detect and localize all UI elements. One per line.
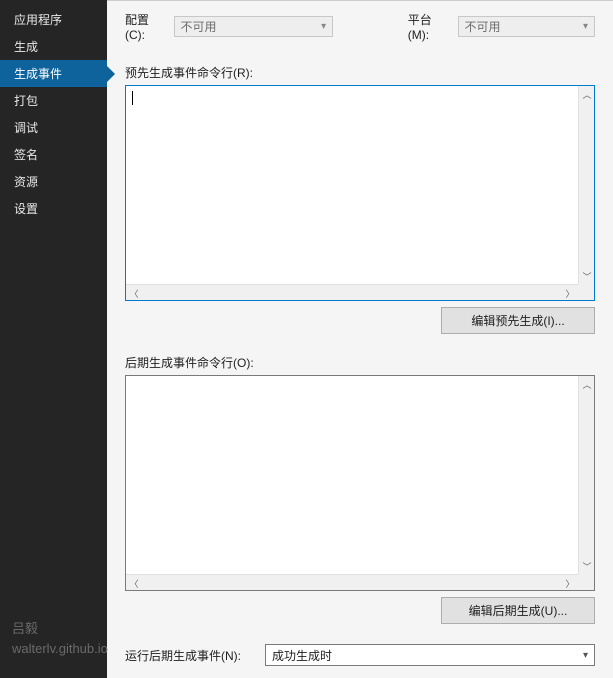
button-label: 编辑预先生成(I)... xyxy=(471,314,564,328)
sidebar-item-package[interactable]: 打包 xyxy=(0,87,107,114)
sidebar-item-label: 生成 xyxy=(14,40,38,54)
scroll-track[interactable] xyxy=(579,392,594,558)
scroll-down-icon[interactable]: ﹀ xyxy=(579,268,595,284)
platform-label: 平台(M): xyxy=(408,11,450,42)
scroll-left-icon[interactable]: 〈 xyxy=(126,575,142,591)
text-cursor xyxy=(132,91,133,105)
vertical-scrollbar[interactable]: ︿ ﹀ xyxy=(578,86,594,284)
sidebar-footer: 吕毅 walterlv.github.io xyxy=(0,609,107,678)
platform-dropdown[interactable]: 不可用 ▾ xyxy=(458,16,595,37)
config-label: 配置(C): xyxy=(125,11,166,42)
scroll-track[interactable] xyxy=(142,285,562,300)
horizontal-scrollbar[interactable]: 〈 〉 xyxy=(126,574,578,590)
horizontal-scrollbar[interactable]: 〈 〉 xyxy=(126,284,578,300)
postbuild-button-row: 编辑后期生成(U)... xyxy=(125,597,595,624)
sidebar-item-label: 资源 xyxy=(14,175,38,189)
run-postbuild-label: 运行后期生成事件(N): xyxy=(125,647,241,664)
scroll-up-icon[interactable]: ︿ xyxy=(579,376,595,392)
author-site: walterlv.github.io xyxy=(12,639,95,659)
scroll-track[interactable] xyxy=(579,102,594,268)
scroll-track[interactable] xyxy=(142,575,562,590)
sidebar-item-settings[interactable]: 设置 xyxy=(0,195,107,222)
scroll-corner xyxy=(578,574,594,590)
author-name: 吕毅 xyxy=(12,619,95,639)
sidebar-item-resources[interactable]: 资源 xyxy=(0,168,107,195)
scroll-down-icon[interactable]: ﹀ xyxy=(579,558,595,574)
sidebar-item-label: 应用程序 xyxy=(14,13,62,27)
main-panel: 配置(C): 不可用 ▾ 平台(M): 不可用 ▾ 预先生成事件命令行(R): … xyxy=(107,0,613,678)
sidebar-item-label: 签名 xyxy=(14,148,38,162)
postbuild-textarea[interactable]: ︿ ﹀ 〈 〉 xyxy=(125,375,595,591)
prebuild-label: 预先生成事件命令行(R): xyxy=(125,64,595,81)
scroll-left-icon[interactable]: 〈 xyxy=(126,285,142,301)
chevron-down-icon: ▾ xyxy=(321,21,326,32)
edit-prebuild-button[interactable]: 编辑预先生成(I)... xyxy=(441,307,595,334)
sidebar-item-debug[interactable]: 调试 xyxy=(0,114,107,141)
config-dropdown[interactable]: 不可用 ▾ xyxy=(174,16,334,37)
sidebar-item-label: 打包 xyxy=(14,94,38,108)
vertical-scrollbar[interactable]: ︿ ﹀ xyxy=(578,376,594,574)
platform-value: 不可用 xyxy=(465,18,501,35)
chevron-down-icon: ▾ xyxy=(583,21,588,32)
prebuild-button-row: 编辑预先生成(I)... xyxy=(125,307,595,334)
run-postbuild-value: 成功生成时 xyxy=(272,647,332,664)
button-label: 编辑后期生成(U)... xyxy=(469,604,568,618)
scroll-corner xyxy=(578,284,594,300)
prebuild-textarea[interactable]: ︿ ﹀ 〈 〉 xyxy=(125,85,595,301)
config-row: 配置(C): 不可用 ▾ 平台(M): 不可用 ▾ xyxy=(125,11,595,42)
postbuild-label: 后期生成事件命令行(O): xyxy=(125,354,595,371)
sidebar-item-label: 调试 xyxy=(14,121,38,135)
sidebar-item-build-events[interactable]: 生成事件 xyxy=(0,60,107,87)
postbuild-text[interactable] xyxy=(126,376,578,574)
run-postbuild-row: 运行后期生成事件(N): 成功生成时 ▾ xyxy=(125,644,595,666)
edit-postbuild-button[interactable]: 编辑后期生成(U)... xyxy=(441,597,595,624)
prebuild-text[interactable] xyxy=(126,86,578,284)
config-value: 不可用 xyxy=(181,18,217,35)
sidebar: 应用程序 生成 生成事件 打包 调试 签名 资源 设置 吕毅 walterlv.… xyxy=(0,0,107,678)
chevron-down-icon: ▾ xyxy=(583,650,588,661)
sidebar-item-application[interactable]: 应用程序 xyxy=(0,6,107,33)
scroll-right-icon[interactable]: 〉 xyxy=(562,285,578,301)
sidebar-items: 应用程序 生成 生成事件 打包 调试 签名 资源 设置 xyxy=(0,0,107,222)
scroll-right-icon[interactable]: 〉 xyxy=(562,575,578,591)
sidebar-item-label: 生成事件 xyxy=(14,67,62,81)
sidebar-item-build[interactable]: 生成 xyxy=(0,33,107,60)
sidebar-item-label: 设置 xyxy=(14,202,38,216)
sidebar-item-signing[interactable]: 签名 xyxy=(0,141,107,168)
run-postbuild-dropdown[interactable]: 成功生成时 ▾ xyxy=(265,644,595,666)
scroll-up-icon[interactable]: ︿ xyxy=(579,86,595,102)
